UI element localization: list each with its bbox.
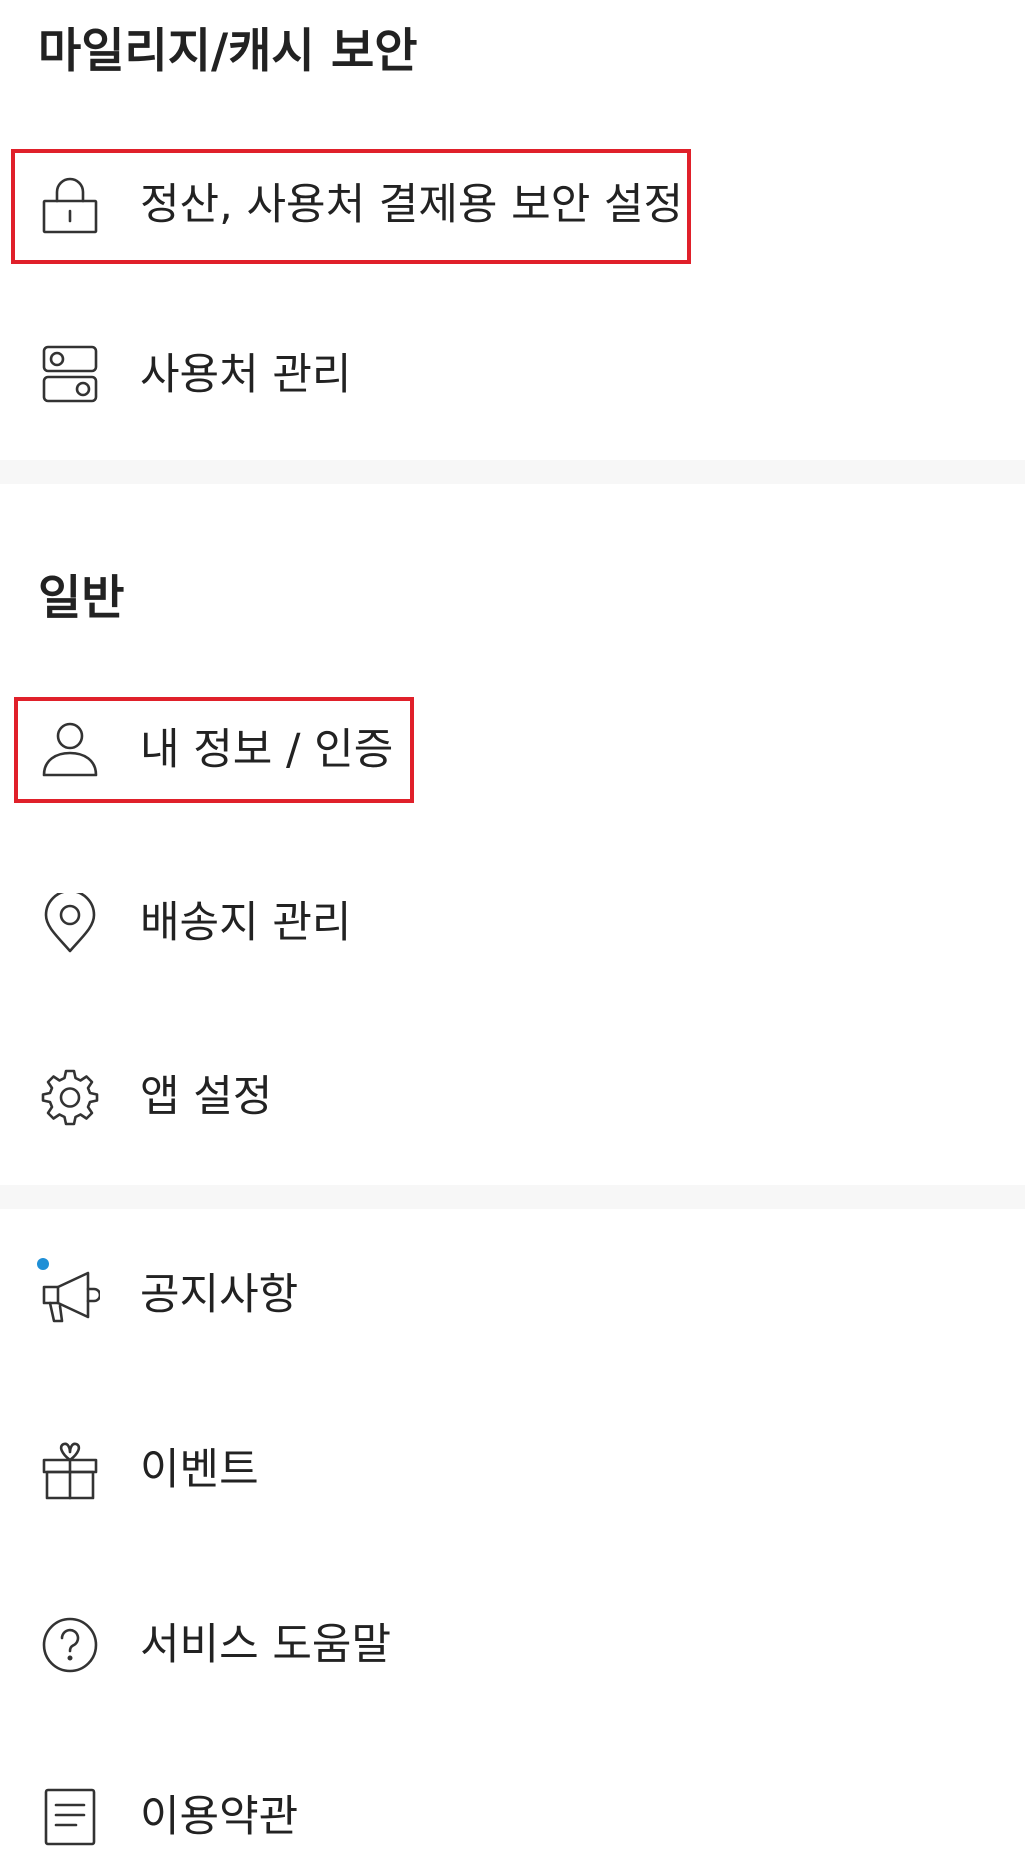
menu-item-label: 사용처 관리: [140, 350, 352, 400]
section-divider: [0, 460, 1025, 484]
menu-item-label: 배송지 관리: [140, 898, 352, 948]
menu-item-events[interactable]: 이벤트: [0, 1410, 1025, 1530]
menu-item-terms[interactable]: 이용약관: [0, 1757, 1025, 1869]
menu-item-service-help[interactable]: 서비스 도움말: [0, 1585, 1025, 1705]
document-icon: [40, 1787, 100, 1847]
section-title-general: 일반: [38, 571, 125, 626]
section-title-security: 마일리지/캐시 보안: [38, 24, 418, 79]
gift-icon: [40, 1440, 100, 1500]
megaphone-icon: [40, 1265, 100, 1325]
toggle-icon: [40, 345, 100, 405]
gear-icon: [40, 1067, 100, 1127]
menu-item-usage-management[interactable]: 사용처 관리: [0, 315, 1025, 435]
new-notice-dot: [37, 1258, 49, 1270]
highlight-box-settlement-security: [11, 149, 691, 264]
menu-item-label: 앱 설정: [140, 1072, 273, 1122]
menu-item-app-settings[interactable]: 앱 설정: [0, 1037, 1025, 1157]
menu-item-shipping-address[interactable]: 배송지 관리: [0, 863, 1025, 983]
help-circle-icon: [40, 1615, 100, 1675]
menu-item-notices[interactable]: 공지사항: [0, 1235, 1025, 1355]
menu-item-label: 서비스 도움말: [140, 1620, 392, 1670]
location-pin-icon: [40, 893, 100, 953]
menu-item-label: 공지사항: [140, 1270, 299, 1320]
menu-item-label: 이용약관: [140, 1792, 299, 1842]
highlight-box-my-info: [14, 697, 414, 803]
section-divider: [0, 1185, 1025, 1209]
menu-item-label: 이벤트: [140, 1445, 259, 1495]
